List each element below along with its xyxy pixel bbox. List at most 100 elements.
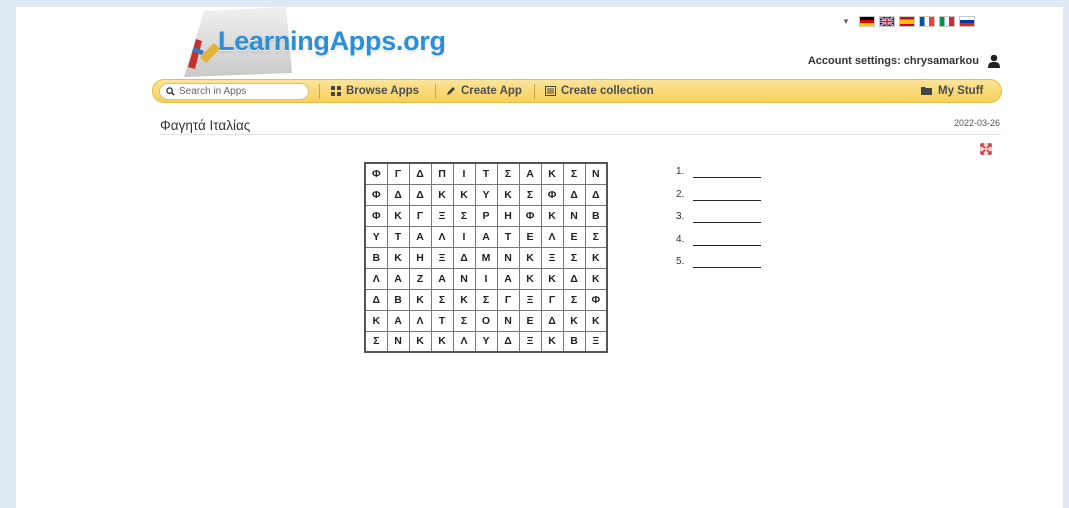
grid-cell[interactable]: Ξ: [518, 288, 542, 311]
fr-flag-icon[interactable]: [918, 15, 935, 27]
grid-cell[interactable]: Σ: [562, 246, 586, 269]
grid-cell[interactable]: Σ: [496, 162, 520, 185]
grid-cell[interactable]: Ν: [386, 330, 410, 353]
grid-cell[interactable]: Τ: [430, 309, 454, 332]
answer-blank[interactable]: [693, 256, 761, 268]
create-collection-button[interactable]: Create collection: [545, 80, 654, 102]
grid-cell[interactable]: Φ: [584, 288, 608, 311]
grid-cell[interactable]: Φ: [364, 204, 388, 227]
grid-cell[interactable]: Ν: [496, 309, 520, 332]
grid-cell[interactable]: Φ: [364, 162, 388, 185]
grid-cell[interactable]: Γ: [408, 204, 432, 227]
grid-cell[interactable]: Φ: [364, 183, 388, 206]
logo[interactable]: LearningApps.org: [174, 7, 446, 77]
grid-cell[interactable]: Κ: [386, 246, 410, 269]
grid-cell[interactable]: Α: [386, 267, 410, 290]
grid-cell[interactable]: Ι: [474, 267, 498, 290]
grid-cell[interactable]: Κ: [518, 246, 542, 269]
grid-cell[interactable]: Μ: [474, 246, 498, 269]
grid-cell[interactable]: Σ: [430, 288, 454, 311]
grid-cell[interactable]: Σ: [562, 162, 586, 185]
grid-cell[interactable]: Γ: [386, 162, 410, 185]
grid-cell[interactable]: Τ: [474, 162, 498, 185]
grid-cell[interactable]: Υ: [474, 183, 498, 206]
grid-cell[interactable]: Ο: [474, 309, 498, 332]
grid-cell[interactable]: Τ: [386, 225, 410, 248]
grid-cell[interactable]: Υ: [474, 330, 498, 353]
create-app-button[interactable]: Create App: [446, 80, 522, 102]
grid-cell[interactable]: Δ: [364, 288, 388, 311]
grid-cell[interactable]: Ε: [518, 225, 542, 248]
my-stuff-button[interactable]: My Stuff: [921, 80, 983, 102]
answer-blank[interactable]: [693, 211, 761, 223]
grid-cell[interactable]: Λ: [364, 267, 388, 290]
answer-blank[interactable]: [693, 234, 761, 246]
grid-cell[interactable]: Λ: [452, 330, 476, 353]
grid-cell[interactable]: Κ: [452, 288, 476, 311]
grid-cell[interactable]: Η: [496, 204, 520, 227]
grid-cell[interactable]: Γ: [496, 288, 520, 311]
search-box[interactable]: [159, 83, 309, 100]
grid-cell[interactable]: Σ: [518, 183, 542, 206]
grid-cell[interactable]: Ζ: [408, 267, 432, 290]
grid-cell[interactable]: Ι: [452, 162, 476, 185]
grid-cell[interactable]: Κ: [496, 183, 520, 206]
grid-cell[interactable]: Φ: [518, 204, 542, 227]
answer-blank[interactable]: [693, 189, 761, 201]
grid-cell[interactable]: Σ: [474, 288, 498, 311]
grid-cell[interactable]: Κ: [408, 288, 432, 311]
grid-cell[interactable]: Λ: [430, 225, 454, 248]
grid-cell[interactable]: Ε: [562, 225, 586, 248]
grid-cell[interactable]: Κ: [430, 330, 454, 353]
grid-cell[interactable]: Β: [584, 204, 608, 227]
grid-cell[interactable]: Α: [474, 225, 498, 248]
grid-cell[interactable]: Β: [386, 288, 410, 311]
grid-cell[interactable]: Σ: [584, 225, 608, 248]
grid-cell[interactable]: Δ: [408, 183, 432, 206]
grid-cell[interactable]: Δ: [540, 309, 564, 332]
account-settings-link[interactable]: Account settings: chrysamarkou: [808, 55, 979, 67]
grid-cell[interactable]: Δ: [408, 162, 432, 185]
grid-cell[interactable]: Ξ: [540, 246, 564, 269]
grid-cell[interactable]: Β: [562, 330, 586, 353]
grid-cell[interactable]: Κ: [518, 267, 542, 290]
grid-cell[interactable]: Ε: [518, 309, 542, 332]
grid-cell[interactable]: Τ: [496, 225, 520, 248]
grid-cell[interactable]: Ν: [562, 204, 586, 227]
grid-cell[interactable]: Ν: [496, 246, 520, 269]
grid-cell[interactable]: Σ: [452, 309, 476, 332]
grid-cell[interactable]: Λ: [540, 225, 564, 248]
grid-cell[interactable]: Κ: [540, 330, 564, 353]
grid-cell[interactable]: Κ: [452, 183, 476, 206]
grid-cell[interactable]: Κ: [540, 204, 564, 227]
grid-cell[interactable]: Σ: [364, 330, 388, 353]
dropdown-arrow-icon[interactable]: ▼: [842, 17, 850, 26]
grid-cell[interactable]: Σ: [452, 204, 476, 227]
grid-cell[interactable]: Δ: [452, 246, 476, 269]
grid-cell[interactable]: Ξ: [584, 330, 608, 353]
grid-cell[interactable]: Δ: [386, 183, 410, 206]
grid-cell[interactable]: Φ: [540, 183, 564, 206]
grid-cell[interactable]: Σ: [562, 288, 586, 311]
grid-cell[interactable]: Δ: [496, 330, 520, 353]
gb-flag-icon[interactable]: [878, 15, 895, 27]
grid-cell[interactable]: Κ: [540, 267, 564, 290]
grid-cell[interactable]: Α: [496, 267, 520, 290]
grid-cell[interactable]: Η: [408, 246, 432, 269]
grid-cell[interactable]: Κ: [408, 330, 432, 353]
grid-cell[interactable]: Α: [430, 267, 454, 290]
answer-blank[interactable]: [693, 166, 761, 178]
grid-cell[interactable]: Κ: [430, 183, 454, 206]
grid-cell[interactable]: Κ: [540, 162, 564, 185]
de-flag-icon[interactable]: [858, 15, 875, 27]
grid-cell[interactable]: Α: [386, 309, 410, 332]
grid-cell[interactable]: Κ: [562, 309, 586, 332]
browse-apps-button[interactable]: Browse Apps: [331, 80, 419, 102]
grid-cell[interactable]: Ν: [584, 162, 608, 185]
grid-cell[interactable]: Ι: [452, 225, 476, 248]
grid-cell[interactable]: Β: [364, 246, 388, 269]
language-selector[interactable]: ▼: [842, 14, 975, 28]
grid-cell[interactable]: Δ: [584, 183, 608, 206]
grid-cell[interactable]: Κ: [584, 246, 608, 269]
ru-flag-icon[interactable]: [958, 15, 975, 27]
